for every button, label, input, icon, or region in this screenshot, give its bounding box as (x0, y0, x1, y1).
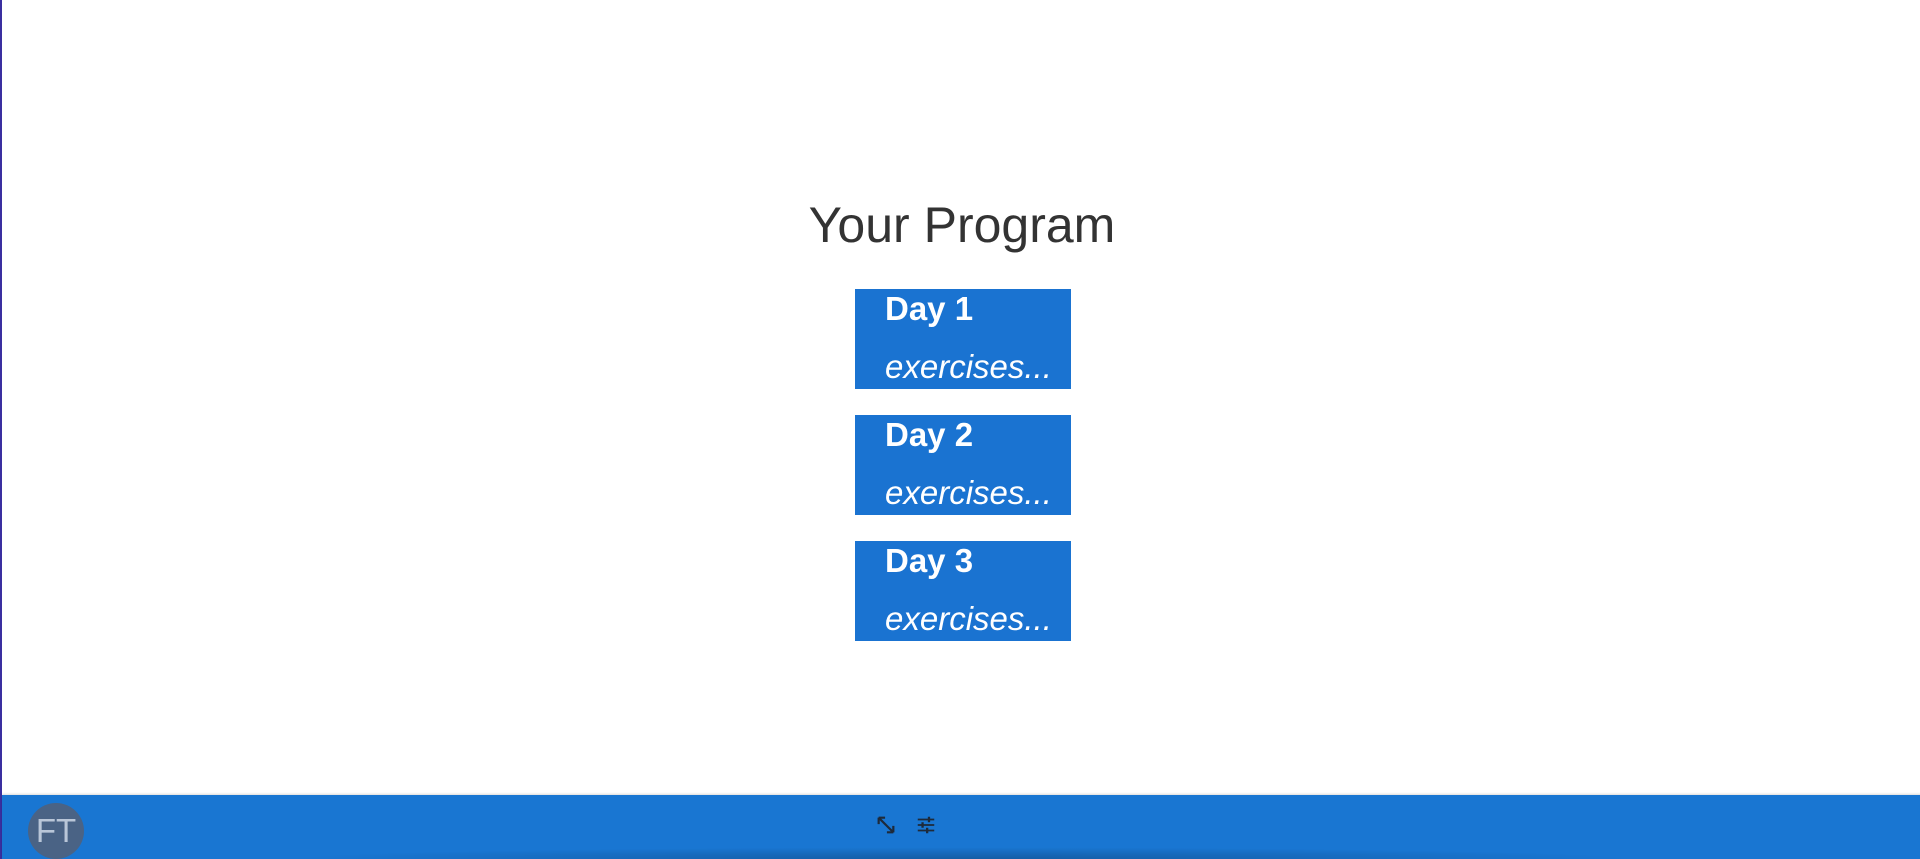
day-title: Day 3 (885, 542, 974, 579)
day-card-2[interactable]: Day 2 exercises... (855, 415, 1071, 515)
bottom-bar-actions (874, 813, 938, 837)
user-avatar[interactable]: FT (28, 803, 84, 859)
page: Your Program Day 1 exercises... Day 2 ex… (0, 0, 1920, 859)
day-list: Day 1 exercises... Day 2 exercises... Da… (855, 289, 1071, 667)
tune-icon[interactable] (914, 813, 938, 837)
page-title: Your Program (808, 197, 1116, 253)
day-card-3[interactable]: Day 3 exercises... (855, 541, 1071, 641)
day-title: Day 2 (885, 416, 974, 453)
bottom-bar: FT (2, 795, 1920, 859)
day-exercises: exercises... (885, 600, 1052, 637)
day-title: Day 1 (885, 290, 974, 327)
day-exercises: exercises... (885, 348, 1052, 385)
day-card-1[interactable]: Day 1 exercises... (855, 289, 1071, 389)
expand-icon[interactable] (874, 813, 898, 837)
day-exercises: exercises... (885, 474, 1052, 511)
